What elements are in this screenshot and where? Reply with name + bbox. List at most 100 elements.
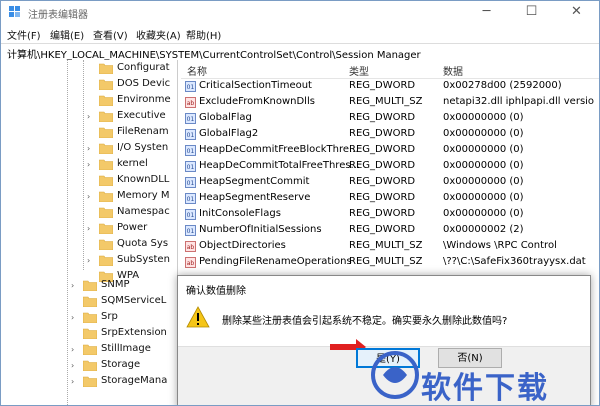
minimize-button[interactable]: ─ (464, 1, 509, 23)
dword-value-icon: 01 (185, 145, 196, 156)
svg-text:01: 01 (187, 116, 195, 123)
row-name: GlobalFlag (199, 112, 252, 123)
expand-chevron-icon[interactable]: › (87, 112, 90, 121)
row-data: \??\C:\SafeFix360trayysx.dat (443, 256, 586, 267)
row-name: PendingFileRenameOperations (199, 256, 352, 267)
svg-text:01: 01 (187, 228, 195, 235)
string-value-icon: ab (185, 97, 196, 108)
row-data: netapi32.dll iphlpapi.dll versio (443, 96, 595, 107)
row-data: 0x00000000 (0) (443, 208, 524, 219)
maximize-button[interactable]: ☐ (509, 1, 554, 23)
row-type: REG_DWORD (349, 224, 416, 235)
dword-value-icon: 01 (185, 129, 196, 140)
table-row[interactable]: 01 HeapSegmentReserve REG_DWORD 0x00000000 … (181, 191, 599, 207)
folder-icon (99, 127, 113, 138)
folder-icon (99, 207, 113, 218)
expand-chevron-icon[interactable]: › (71, 345, 74, 354)
folder-icon (99, 239, 113, 250)
svg-text:01: 01 (187, 164, 195, 171)
menu-favorites[interactable]: 收藏夹(A) (136, 27, 181, 42)
folder-icon (99, 191, 113, 202)
row-type: REG_DWORD (349, 144, 416, 155)
table-row[interactable]: 01 GlobalFlag2 REG_DWORD 0x00000000 (0) (181, 127, 599, 143)
folder-icon (83, 376, 97, 387)
row-data: 0x00000000 (0) (443, 192, 524, 203)
dword-value-icon: 01 (185, 209, 196, 220)
expand-chevron-icon[interactable]: › (87, 224, 90, 233)
expand-chevron-icon[interactable]: › (71, 281, 74, 290)
row-name: InitConsoleFlags (199, 208, 281, 219)
folder-icon (83, 296, 97, 307)
row-data: 0x00000002 (2) (443, 224, 524, 235)
folder-icon (83, 280, 97, 291)
row-type: REG_DWORD (349, 208, 416, 219)
table-row[interactable]: 01 CriticalSectionTimeout REG_DWORD 0x00278… (181, 79, 599, 95)
dword-value-icon: 01 (185, 177, 196, 188)
table-row[interactable]: ab PendingFileRenameOperations REG_MULTI_S… (181, 255, 599, 271)
svg-text:ab: ab (187, 260, 195, 267)
dword-value-icon: 01 (185, 81, 196, 92)
svg-text:01: 01 (187, 212, 195, 219)
dword-value-icon: 01 (185, 193, 196, 204)
table-row[interactable]: 01 HeapDeCommitFreeBlockThre... REG_DWORD 0… (181, 143, 599, 159)
folder-icon (99, 63, 113, 74)
expand-chevron-icon[interactable]: › (87, 160, 90, 169)
folder-icon (83, 328, 97, 339)
expand-chevron-icon[interactable]: › (87, 144, 90, 153)
row-name: HeapSegmentReserve (199, 192, 311, 203)
row-name: GlobalFlag2 (199, 128, 259, 139)
svg-text:ab: ab (187, 100, 195, 107)
column-header-data[interactable]: 数据 (443, 63, 463, 78)
row-name: ObjectDirectories (199, 240, 286, 251)
expand-chevron-icon[interactable]: › (71, 361, 74, 370)
dword-value-icon: 01 (185, 225, 196, 236)
column-header-name[interactable]: 名称 (187, 63, 207, 78)
expand-chevron-icon[interactable]: › (71, 377, 74, 386)
folder-icon (99, 159, 113, 170)
registry-app-icon (9, 6, 20, 17)
table-row[interactable]: 01 GlobalFlag REG_DWORD 0x00000000 (0) (181, 111, 599, 127)
table-row[interactable]: ab ExcludeFromKnownDlls REG_MULTI_SZ netapi… (181, 95, 599, 111)
folder-icon (99, 111, 113, 122)
row-type: REG_DWORD (349, 80, 416, 91)
row-data: 0x00000000 (0) (443, 160, 524, 171)
watermark-text: 软件下载 (421, 371, 549, 406)
address-bar[interactable]: 计算机\HKEY_LOCAL_MACHINE\SYSTEM\CurrentCon… (1, 43, 599, 61)
dialog-message: 删除某些注册表值会引起系统不稳定。确实要永久删除此数值吗? (222, 316, 508, 327)
dword-value-icon: 01 (185, 161, 196, 172)
svg-text:01: 01 (187, 132, 195, 139)
table-row[interactable]: ab ObjectDirectories REG_MULTI_SZ \Windows … (181, 239, 599, 255)
row-data: \Windows \RPC Control (443, 240, 557, 251)
row-name: HeapDeCommitTotalFreeThres... (199, 160, 361, 171)
menu-edit[interactable]: 编辑(E) (50, 27, 84, 42)
tree-guide-line (83, 60, 84, 270)
address-path[interactable]: 计算机\HKEY_LOCAL_MACHINE\SYSTEM\CurrentCon… (7, 46, 421, 61)
expand-chevron-icon[interactable]: › (71, 313, 74, 322)
svg-text:01: 01 (187, 180, 195, 187)
menu-help[interactable]: 帮助(H) (186, 27, 221, 42)
tree-guide-line (67, 60, 68, 405)
dialog-title: 确认数值删除 (186, 286, 246, 297)
table-row[interactable]: 01 HeapSegmentCommit REG_DWORD 0x00000000 (… (181, 175, 599, 191)
menu-view[interactable]: 查看(V) (93, 27, 128, 42)
folder-icon (99, 175, 113, 186)
table-row[interactable]: 01 NumberOfInitialSessions REG_DWORD 0x0000… (181, 223, 599, 239)
svg-text:01: 01 (187, 196, 195, 203)
row-type: REG_DWORD (349, 160, 416, 171)
column-header-type[interactable]: 类型 (349, 63, 369, 78)
window-title: 注册表编辑器 (28, 10, 88, 21)
folder-icon (99, 143, 113, 154)
close-button[interactable]: ✕ (554, 1, 599, 23)
row-type: REG_DWORD (349, 112, 416, 123)
key-tree-pane[interactable]: Configurat DOS Devic Environme › Executiv… (1, 60, 178, 405)
row-data: 0x00000000 (0) (443, 112, 524, 123)
table-row[interactable]: 01 InitConsoleFlags REG_DWORD 0x00000000 (0… (181, 207, 599, 223)
table-row[interactable]: 01 HeapDeCommitTotalFreeThres... REG_DWORD… (181, 159, 599, 175)
expand-chevron-icon[interactable]: › (87, 192, 90, 201)
row-name: ExcludeFromKnownDlls (199, 96, 315, 107)
menu-file[interactable]: 文件(F) (7, 27, 41, 42)
folder-icon (99, 79, 113, 90)
folder-icon (83, 312, 97, 323)
expand-chevron-icon[interactable]: › (87, 256, 90, 265)
row-type: REG_DWORD (349, 128, 416, 139)
